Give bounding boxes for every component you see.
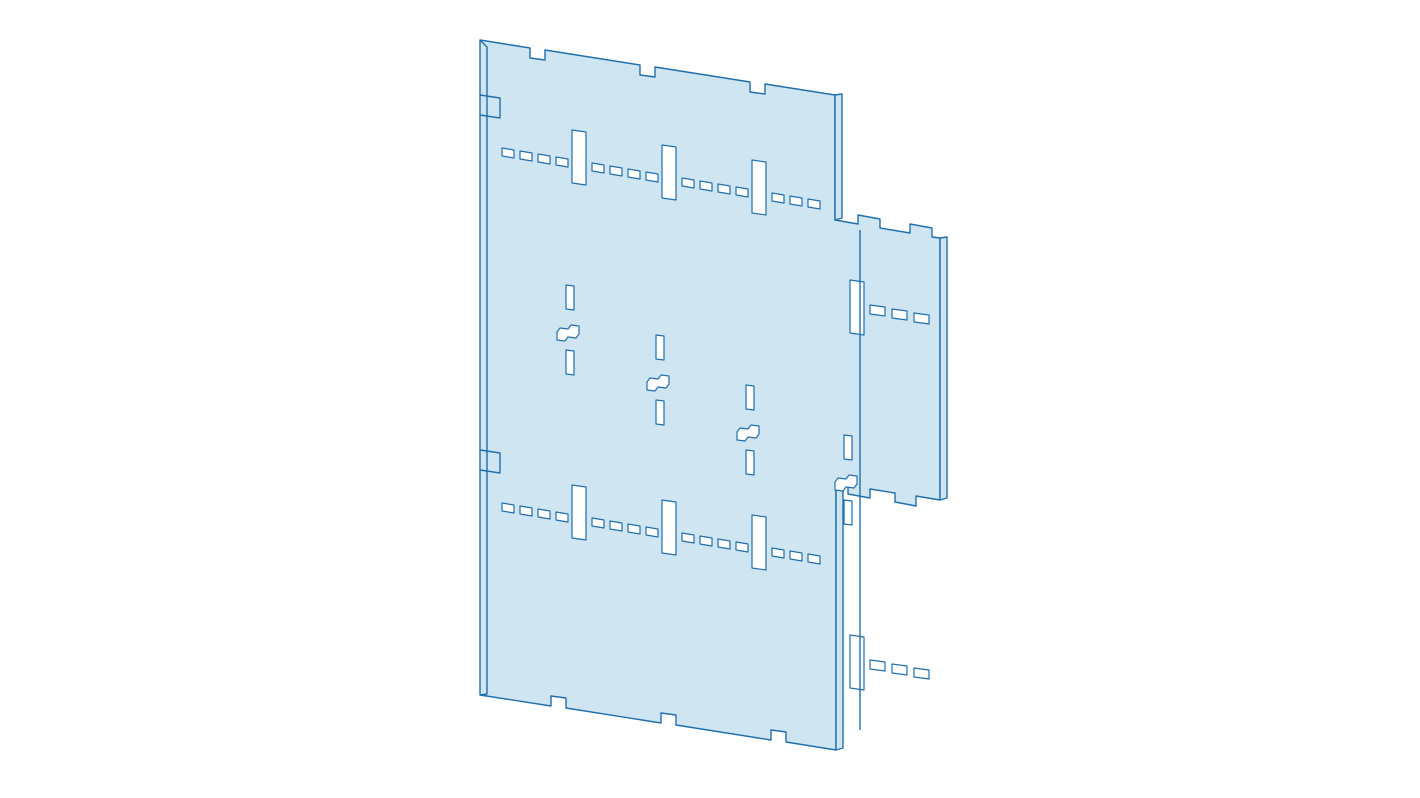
plate-front-face	[480, 40, 940, 750]
plate-side-face	[835, 94, 842, 220]
slot-large	[752, 160, 766, 215]
slot-large	[850, 635, 864, 690]
slot-large	[572, 485, 586, 540]
slot-large	[572, 130, 586, 185]
slot-large	[662, 145, 676, 200]
slot-large	[850, 280, 864, 335]
plate-side-face-2	[940, 237, 947, 500]
plate-side-face-3	[836, 483, 843, 750]
slot-large	[752, 515, 766, 570]
diagram-canvas: .face { fill:#cfe6f2; stroke:#1f6fb0; st…	[0, 0, 1420, 798]
slot-large	[662, 500, 676, 555]
isometric-panel-drawing: .face { fill:#cfe6f2; stroke:#1f6fb0; st…	[0, 0, 1420, 798]
